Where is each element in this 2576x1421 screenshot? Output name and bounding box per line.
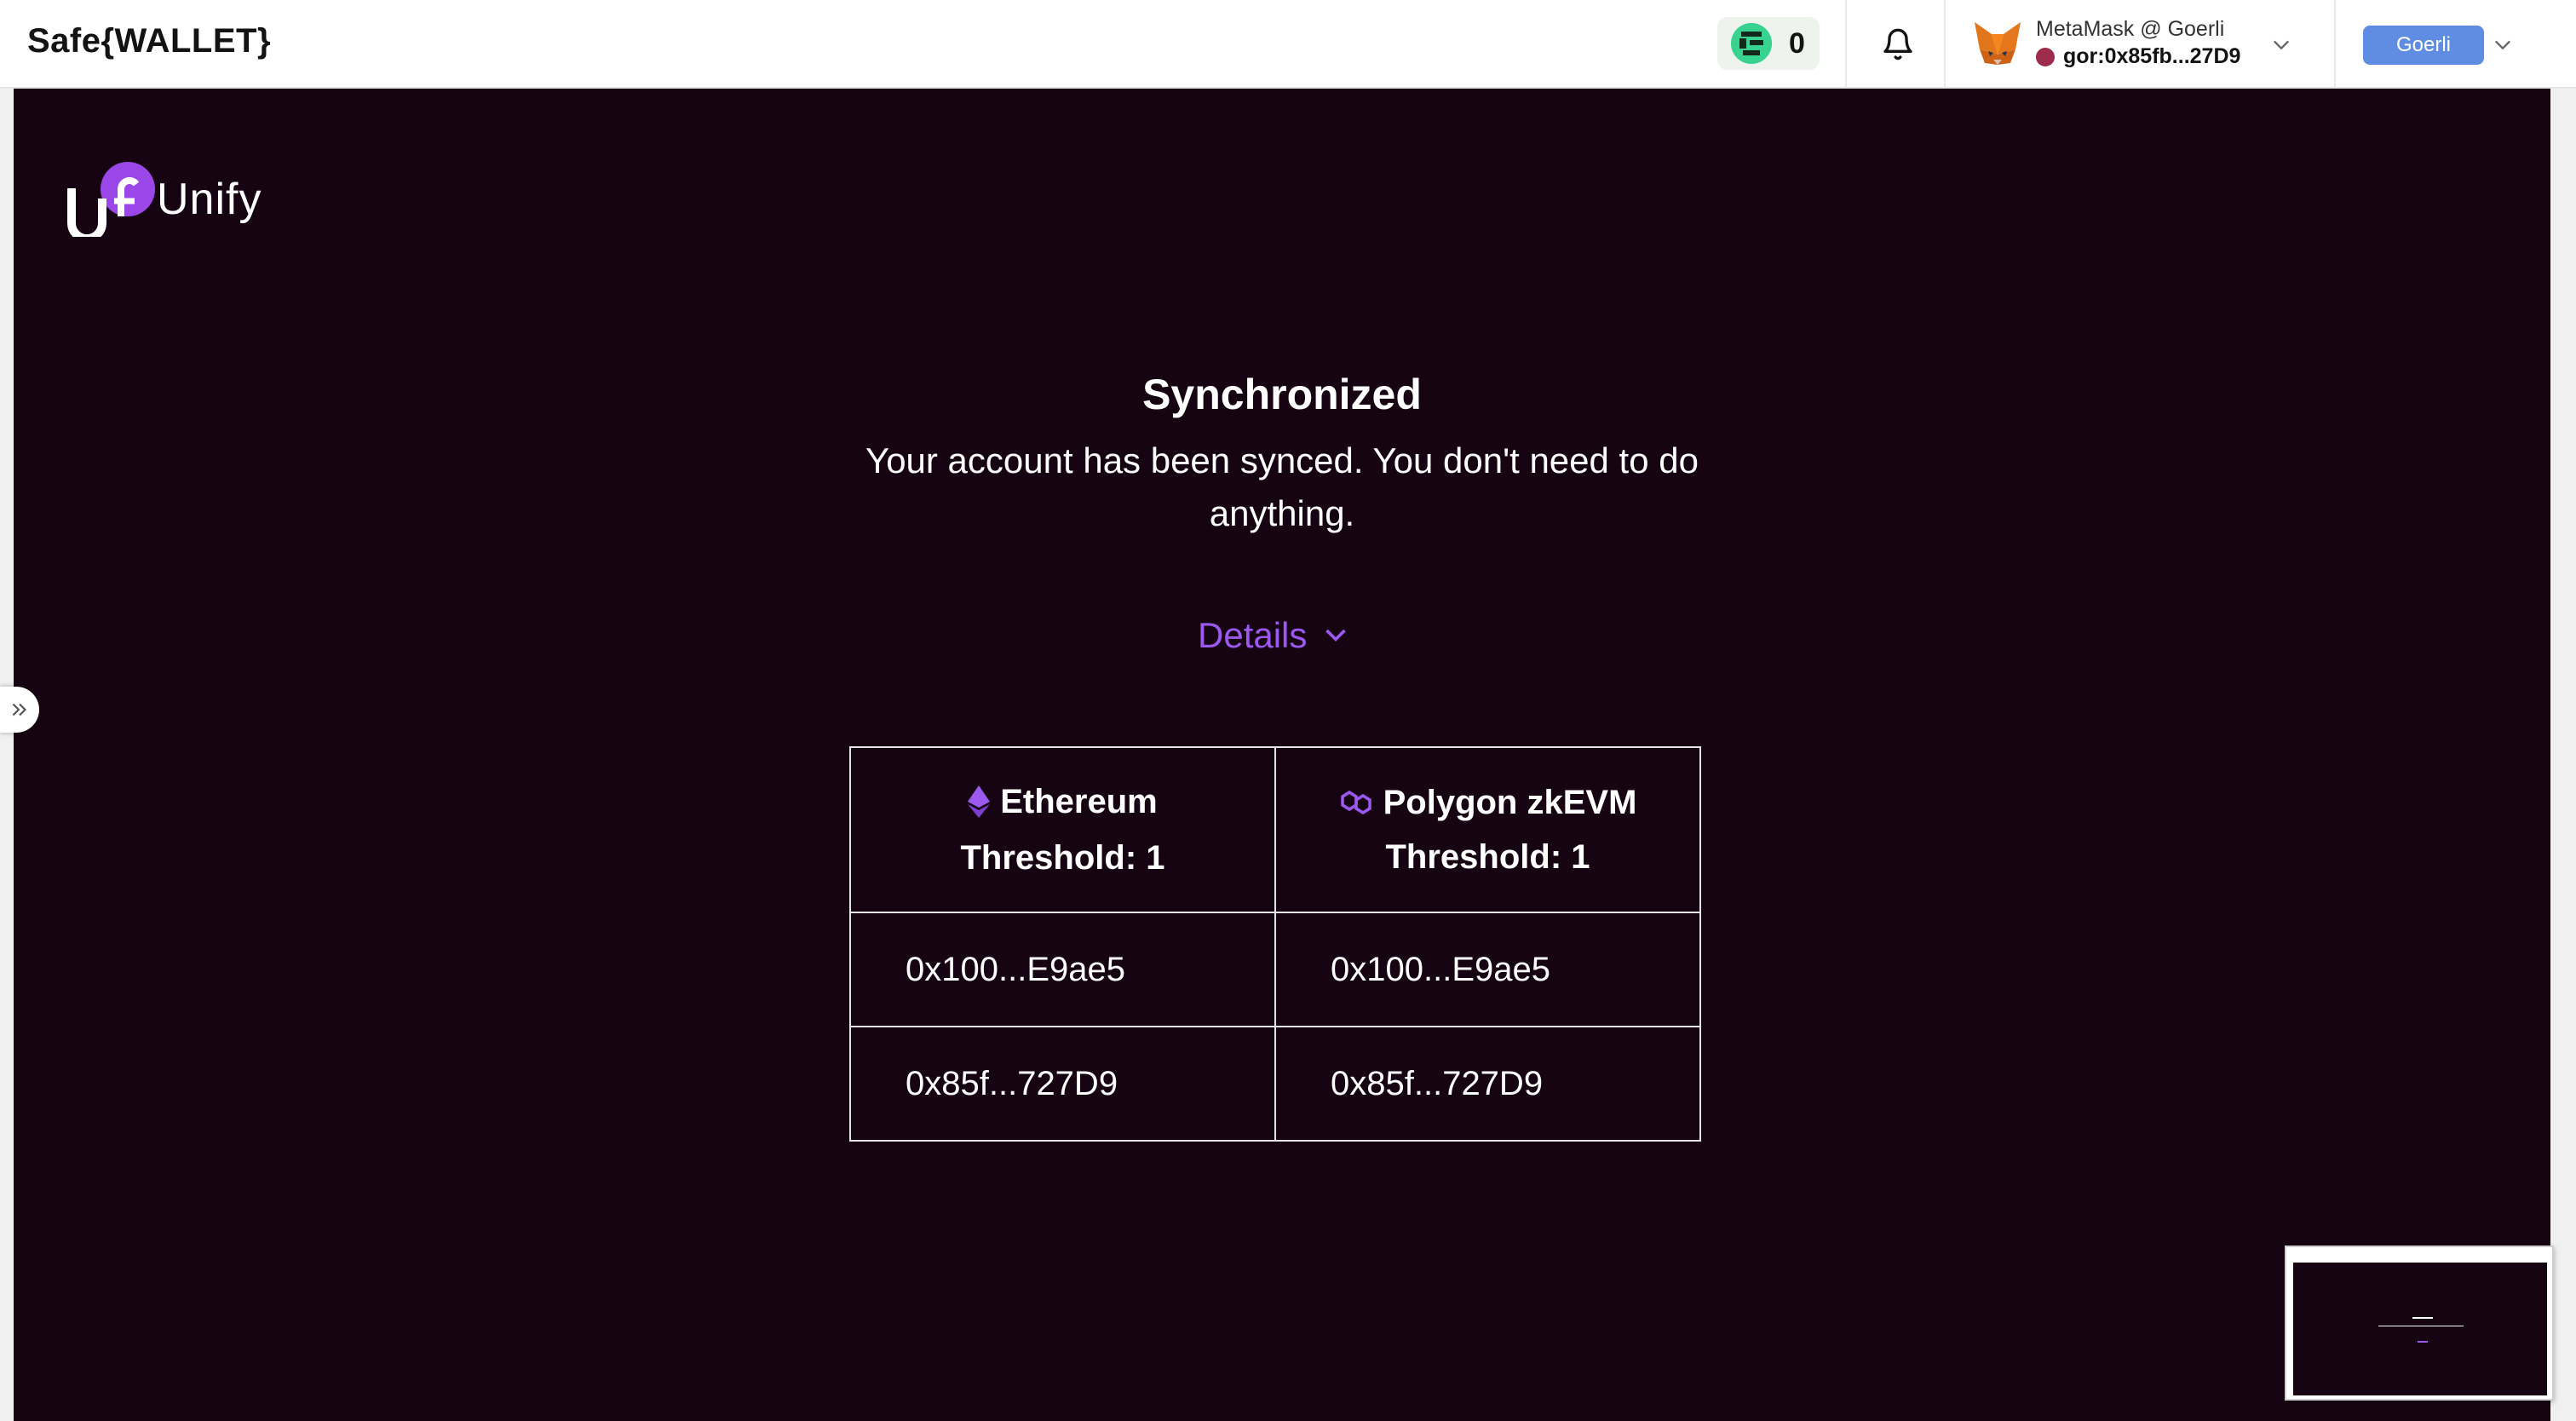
double-chevron-right-icon bbox=[12, 703, 27, 716]
sync-status-title: Synchronized bbox=[1142, 371, 1422, 418]
account-identicon bbox=[2036, 47, 2055, 66]
table-header-row: Ethereum Threshold: 1 Polygon zkEVM Thre… bbox=[849, 746, 1701, 913]
top-header: Safe{WALLET} 0 MetaMask @ Goerli gor:0x8… bbox=[0, 0, 2576, 89]
bell-icon[interactable] bbox=[1881, 27, 1915, 61]
column-header-polygon: Polygon zkEVM Threshold: 1 bbox=[1274, 746, 1701, 913]
table-row: 0x85f...727D9 0x85f...727D9 bbox=[849, 1026, 1701, 1142]
thumbnail-header bbox=[2290, 1251, 2550, 1261]
polygon-icon bbox=[1340, 790, 1371, 815]
owner-address: 0x100...E9ae5 bbox=[849, 912, 1276, 1027]
threshold-label: Threshold: 1 bbox=[1385, 838, 1590, 876]
ethereum-icon bbox=[968, 785, 991, 818]
owner-address: 0x85f...727D9 bbox=[1274, 1026, 1701, 1142]
notification-count: 0 bbox=[1789, 26, 1805, 60]
table-row: 0x100...E9ae5 0x100...E9ae5 bbox=[849, 912, 1701, 1027]
details-toggle[interactable]: Details bbox=[1198, 610, 1368, 661]
safe-pill[interactable]: 0 bbox=[1717, 17, 1820, 70]
page-thumbnail-preview[interactable] bbox=[2285, 1246, 2554, 1401]
column-header-ethereum: Ethereum Threshold: 1 bbox=[849, 746, 1276, 913]
owners-table: Ethereum Threshold: 1 Polygon zkEVM Thre… bbox=[849, 746, 1701, 1142]
thumbnail-line bbox=[2418, 1341, 2428, 1343]
chain-name: Polygon zkEVM bbox=[1383, 784, 1637, 821]
sync-status-message: Your account has been synced. You don't … bbox=[865, 440, 1699, 533]
logo-text: Unify bbox=[157, 175, 262, 224]
thumbnail-content bbox=[2293, 1263, 2547, 1395]
account-address: gor:0x85fb...27D9 bbox=[2036, 44, 2240, 69]
owner-address: 0x85f...727D9 bbox=[849, 1026, 1276, 1142]
threshold-label: Threshold: 1 bbox=[960, 839, 1165, 877]
chevron-down-icon[interactable] bbox=[2269, 32, 2293, 56]
account-address-text: gor:0x85fb...27D9 bbox=[2063, 44, 2241, 68]
divider bbox=[1845, 0, 1847, 89]
account-selector[interactable]: MetaMask @ Goerli gor:0x85fb...27D9 bbox=[1973, 15, 2314, 75]
network-chevron-down-icon[interactable] bbox=[2491, 32, 2515, 56]
details-label: Details bbox=[1198, 615, 1308, 655]
divider bbox=[1944, 0, 1946, 89]
owner-address: 0x100...E9ae5 bbox=[1274, 912, 1701, 1027]
app-title[interactable]: Safe{WALLET} bbox=[27, 22, 271, 60]
wallet-label: MetaMask @ Goerli bbox=[2036, 17, 2225, 41]
app-frame: Unify Synchronized Your account has been… bbox=[14, 89, 2550, 1421]
thumbnail-line bbox=[2412, 1317, 2433, 1319]
chevron-down-icon bbox=[1325, 629, 1347, 642]
safe-avatar-icon bbox=[1731, 23, 1772, 64]
network-button[interactable]: Goerli bbox=[2363, 26, 2484, 65]
divider bbox=[2334, 0, 2336, 89]
unify-logo-icon bbox=[67, 162, 155, 237]
left-gutter bbox=[0, 89, 14, 1421]
metamask-fox-icon bbox=[1975, 22, 2021, 65]
scrollbar-track[interactable] bbox=[2550, 89, 2576, 1421]
chain-name: Ethereum bbox=[1000, 783, 1158, 820]
